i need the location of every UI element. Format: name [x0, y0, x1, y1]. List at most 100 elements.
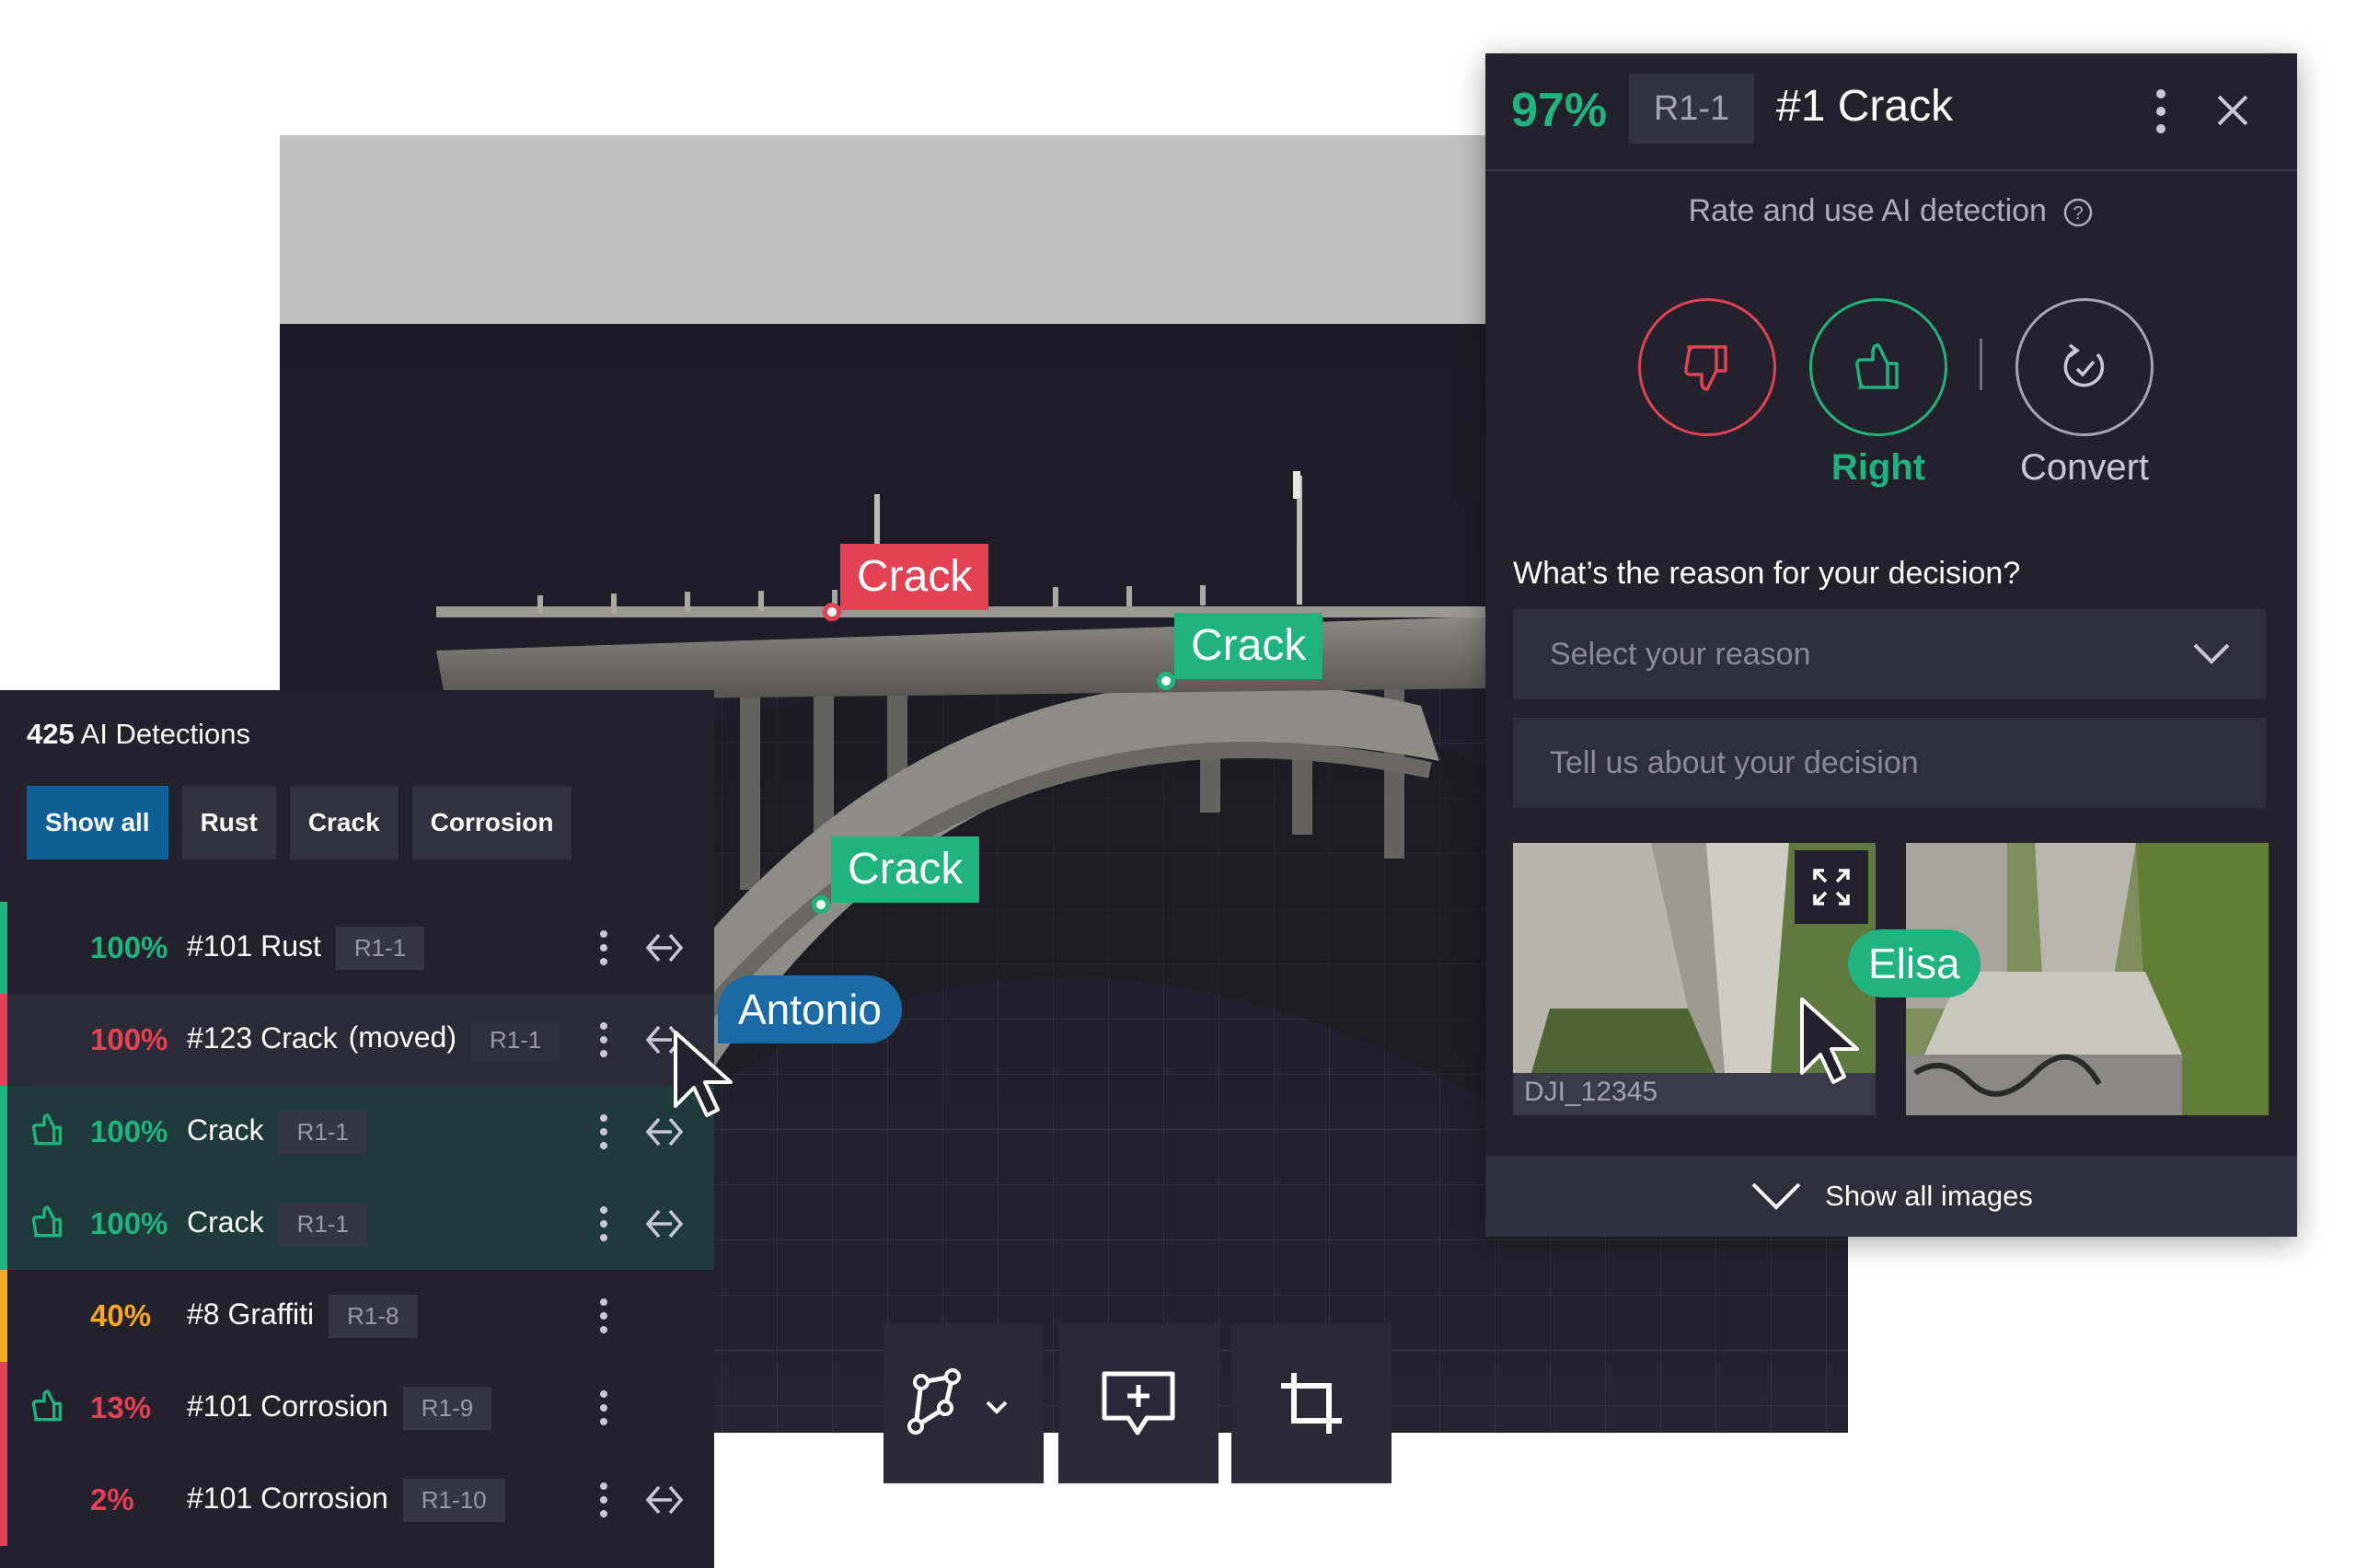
detection-detail-panel: 97% R1-1 #1 Crack Rate and use AI detect… — [1485, 53, 2297, 1237]
detection-confidence: 13% — [90, 1390, 152, 1424]
detection-label[interactable]: Crack — [831, 836, 980, 903]
filter-show-all[interactable]: Show all — [27, 786, 168, 859]
more-options-icon[interactable] — [596, 1021, 611, 1058]
rate-prompt-text: Rate and use AI detection — [1688, 193, 2047, 228]
detection-name: #101 Corrosion — [187, 1481, 388, 1515]
detection-name: #8 Graffiti — [187, 1297, 315, 1331]
detection-row[interactable]: 2% #101 Corrosion R1-10 — [0, 1454, 714, 1546]
detection-name-cell: #101 Rust R1-1 — [187, 926, 425, 970]
show-all-images-button[interactable]: Show all images — [1485, 1156, 2297, 1237]
detection-pin[interactable] — [1157, 672, 1175, 690]
close-icon[interactable] — [2216, 94, 2249, 127]
detection-name: #101 Corrosion — [187, 1389, 388, 1423]
crop-button[interactable] — [1231, 1323, 1392, 1483]
detections-count-label: AI Detections — [80, 718, 251, 750]
detection-name-cell: #101 Corrosion R1-10 — [187, 1478, 505, 1522]
thumbs-up-icon — [31, 1205, 62, 1238]
decision-comment-field[interactable]: Tell us about your decision — [1513, 718, 2266, 808]
image-caption: DJI_12345 — [1524, 1077, 1658, 1107]
detection-title: #1 Crack — [1776, 82, 1954, 131]
detection-name: #101 Rust — [187, 928, 321, 963]
detection-pin[interactable] — [823, 603, 841, 621]
detection-name-cell: #101 Corrosion R1-9 — [187, 1386, 492, 1430]
right-label: Right — [1831, 447, 1926, 488]
thumbs-up-icon — [1855, 343, 1899, 389]
chevron-down-icon — [2193, 643, 2230, 664]
thumbs-up-icon — [31, 1389, 62, 1422]
divider — [1980, 339, 1982, 390]
detail-header: 97% R1-1 #1 Crack — [1485, 53, 2297, 171]
version-badge: R1-1 — [1629, 74, 1754, 144]
detection-row[interactable]: 100% #101 Rust R1-1 — [0, 902, 714, 994]
more-options-icon[interactable] — [596, 1205, 611, 1242]
expand-image-button[interactable] — [1795, 850, 1868, 924]
version-badge: R1-10 — [402, 1478, 505, 1522]
mouse-cursor-icon — [674, 1031, 733, 1117]
filter-rust[interactable]: Rust — [181, 786, 276, 859]
polyline-tool-icon — [907, 1368, 1008, 1435]
detection-label[interactable]: Crack — [840, 544, 989, 610]
polyline-tool-button[interactable] — [884, 1323, 1044, 1483]
detection-row[interactable]: 13% #101 Corrosion R1-9 — [0, 1362, 714, 1454]
thumbs-down-button[interactable] — [1638, 298, 1776, 436]
more-options-icon[interactable] — [596, 929, 611, 966]
version-badge: R1-1 — [278, 1110, 367, 1154]
chevron-down-icon — [1751, 1182, 1801, 1210]
detection-confidence: 100% — [90, 1114, 168, 1148]
confidence-score: 97% — [1511, 84, 1608, 137]
filter-chips: Show all Rust Crack Corrosion — [27, 786, 572, 859]
detections-count: 425 — [27, 718, 75, 750]
locate-icon[interactable] — [644, 1483, 685, 1516]
more-options-icon[interactable] — [2152, 88, 2170, 134]
status-bar — [0, 1178, 7, 1270]
add-comment-button[interactable] — [1058, 1323, 1218, 1483]
more-options-icon[interactable] — [596, 1113, 611, 1150]
thumbs-up-icon — [31, 1113, 62, 1146]
reason-placeholder: Select your reason — [1550, 636, 1811, 672]
convert-icon — [2063, 343, 2105, 387]
reason-select[interactable]: Select your reason — [1513, 609, 2266, 699]
detection-confidence: 40% — [90, 1298, 152, 1332]
add-comment-icon — [1102, 1371, 1175, 1435]
convert-label: Convert — [2019, 447, 2150, 488]
locate-icon[interactable] — [644, 1207, 685, 1240]
detection-note: (moved) — [348, 1020, 456, 1055]
rate-prompt: Rate and use AI detection ? — [1485, 193, 2297, 229]
detections-title: 425 AI Detections — [27, 718, 250, 751]
version-badge: R1-8 — [329, 1294, 418, 1338]
version-badge: R1-1 — [471, 1018, 560, 1062]
detection-confidence: 2% — [90, 1482, 134, 1516]
version-badge: R1-9 — [402, 1386, 492, 1430]
status-bar — [0, 1270, 7, 1362]
more-options-icon[interactable] — [596, 1482, 611, 1518]
detection-confidence: 100% — [90, 1206, 168, 1240]
detection-row[interactable]: 40% #8 Graffiti R1-8 — [0, 1270, 714, 1362]
more-options-icon[interactable] — [596, 1297, 611, 1334]
detection-name-cell: Crack R1-1 — [187, 1110, 367, 1154]
thumbs-up-button[interactable] — [1809, 298, 1947, 436]
locate-icon[interactable] — [644, 931, 685, 964]
convert-button[interactable] — [2015, 298, 2154, 436]
help-icon[interactable]: ? — [2062, 197, 2094, 228]
version-badge: R1-1 — [335, 926, 425, 970]
collaborator-tag: Elisa — [1848, 929, 1981, 997]
detection-row[interactable]: 100% #123 Crack (moved) R1-1 — [0, 994, 714, 1086]
expand-icon — [1813, 869, 1850, 905]
thumbs-down-icon — [1684, 345, 1727, 391]
svg-text:?: ? — [2073, 203, 2084, 224]
collaborator-cursor-icon — [1800, 997, 1859, 1084]
filter-corrosion[interactable]: Corrosion — [411, 786, 572, 859]
more-options-icon[interactable] — [596, 1389, 611, 1426]
crop-icon — [1281, 1373, 1342, 1434]
detection-label[interactable]: Crack — [1174, 613, 1323, 679]
filter-crack[interactable]: Crack — [289, 786, 398, 859]
detection-name-cell: Crack R1-1 — [187, 1202, 367, 1246]
detection-pin[interactable] — [812, 895, 830, 914]
status-bar — [0, 1362, 7, 1454]
detection-row[interactable]: 100% Crack R1-1 — [0, 1178, 714, 1270]
status-bar — [0, 1454, 7, 1546]
detection-row[interactable]: 100% Crack R1-1 — [0, 1086, 714, 1178]
detection-confidence: 100% — [90, 1022, 168, 1056]
status-bar — [0, 902, 7, 994]
show-all-images-label: Show all images — [1825, 1180, 2033, 1212]
